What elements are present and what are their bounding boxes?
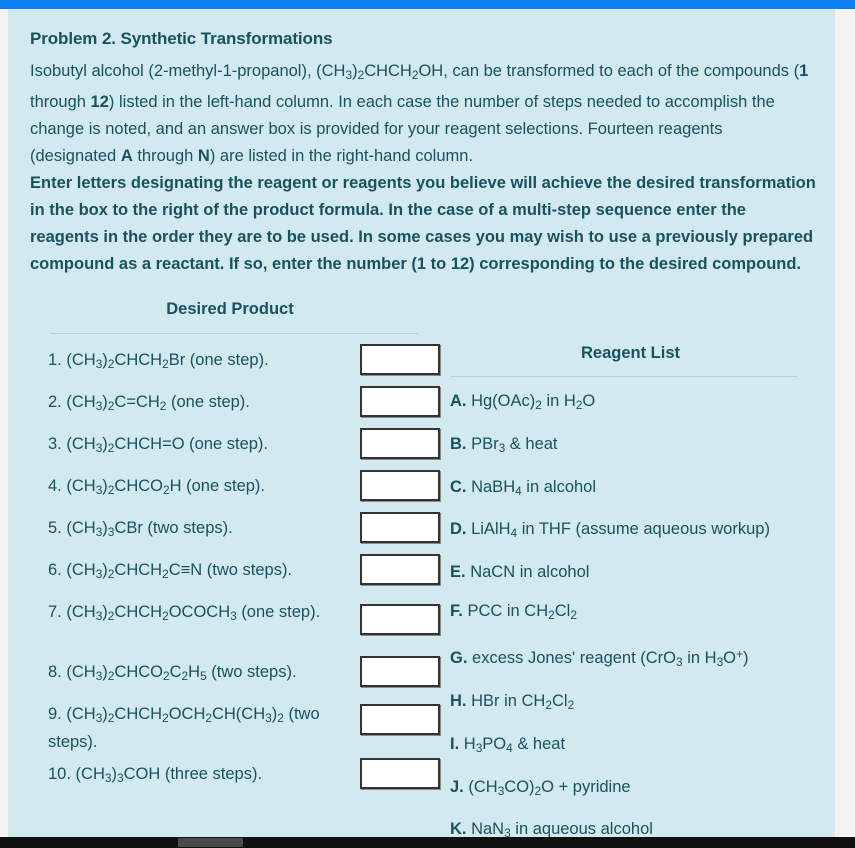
product-list: 1. (CH3)2CHCH2Br (one step). 2. (CH3)2C=… bbox=[30, 334, 440, 818]
reagent-text: NaCN in alcohol bbox=[470, 563, 590, 582]
reagent-text: HBr in CH2Cl2 bbox=[471, 691, 575, 712]
product-formula: (CH3)2CHCH2Br bbox=[66, 350, 186, 371]
reagent-text: H3PO4 & heat bbox=[463, 734, 566, 755]
product-formula: (CH3)2CHCH=O bbox=[66, 434, 185, 455]
answer-box-10[interactable] bbox=[360, 757, 440, 789]
product-formula: (CH3)3COH bbox=[75, 764, 161, 785]
reagent-letter: E. bbox=[450, 563, 466, 582]
list-item: 9. (CH3)2CHCH2OCH2CH(CH3)2 (two steps). bbox=[48, 702, 348, 754]
product-number: 4. bbox=[48, 476, 62, 495]
reagent-letter: A. bbox=[450, 391, 467, 410]
reagent-text: PCC in CH2Cl2 bbox=[467, 602, 577, 623]
reagent-letter: B. bbox=[450, 434, 467, 453]
answer-box-9[interactable] bbox=[360, 703, 440, 735]
list-item: 5. (CH3)3CBr (two steps). bbox=[48, 516, 233, 544]
product-number: 5. bbox=[48, 518, 62, 537]
answer-box-6[interactable] bbox=[360, 553, 440, 585]
reagent-text: NaN3 in aqueous alcohol bbox=[471, 820, 653, 837]
list-item: 6. (CH3)2CHCH2C≡N (two steps). bbox=[48, 558, 292, 586]
product-steps: (one step). bbox=[189, 434, 269, 453]
list-item: G. excess Jones' reagent (CrO3 in H3O+) bbox=[450, 643, 823, 673]
reagent-letter: I. bbox=[450, 734, 460, 753]
list-item: I. H3PO4 & heat bbox=[450, 733, 823, 759]
answer-box-8[interactable] bbox=[360, 655, 440, 687]
product-steps: (two steps). bbox=[211, 662, 297, 681]
reagent-letter: F. bbox=[450, 602, 463, 621]
page-title: Problem 2. Synthetic Transformations bbox=[30, 29, 333, 48]
reagent-text: PBr3 & heat bbox=[471, 434, 558, 455]
reagent-text: excess Jones' reagent (CrO3 in H3O+) bbox=[472, 647, 749, 669]
reagent-text: (CH3CO)2O + pyridine bbox=[468, 777, 631, 798]
desired-product-heading: Desired Product bbox=[166, 299, 294, 318]
problem-intro: Isobutyl alcohol (2-methyl-1-propanol), … bbox=[30, 62, 809, 165]
reagent-letter: C. bbox=[450, 477, 467, 496]
product-formula: (CH3)2CHCH2OCH2CH(CH3)2 bbox=[66, 704, 284, 725]
answer-box-5[interactable] bbox=[360, 511, 440, 543]
list-item: A. Hg(OAc)2 in H2O bbox=[450, 390, 823, 416]
answer-box-7[interactable] bbox=[360, 603, 440, 635]
product-formula: (CH3)2CHCO2H bbox=[66, 476, 182, 497]
problem-instructions: Enter letters designating the reagent or… bbox=[30, 173, 816, 273]
page-gutter-left bbox=[0, 9, 8, 848]
product-steps: (one step). bbox=[171, 392, 250, 411]
list-item: 2. (CH3)2C=CH2 (one step). bbox=[48, 390, 250, 418]
product-number: 1. bbox=[48, 350, 62, 369]
product-number: 2. bbox=[48, 392, 62, 411]
list-item: 3. (CH3)2CHCH=O (one step). bbox=[48, 432, 268, 460]
problem-panel: Problem 2. Synthetic Transformations Iso… bbox=[8, 9, 835, 837]
product-steps: (one step). bbox=[189, 350, 269, 369]
product-number: 3. bbox=[48, 434, 62, 453]
screen: Problem 2. Synthetic Transformations Iso… bbox=[0, 0, 855, 848]
browser-top-bar bbox=[0, 0, 855, 9]
answer-box-4[interactable] bbox=[360, 469, 440, 501]
reagent-letter: G. bbox=[450, 649, 468, 668]
product-number: 10. bbox=[48, 764, 71, 783]
product-number: 8. bbox=[48, 662, 62, 681]
reagent-letter: J. bbox=[450, 777, 464, 796]
horizontal-scrollbar[interactable] bbox=[0, 837, 855, 848]
list-item: H. HBr in CH2Cl2 bbox=[450, 690, 823, 716]
product-number: 9. bbox=[48, 704, 62, 723]
product-formula: (CH3)2C=CH2 bbox=[66, 392, 167, 413]
reagent-letter: K. bbox=[450, 820, 467, 837]
list-item: 7. (CH3)2CHCH2OCOCH3 (one step). bbox=[48, 600, 348, 628]
answer-box-2[interactable] bbox=[360, 385, 440, 417]
answer-box-1[interactable] bbox=[360, 343, 440, 375]
product-steps: (three steps). bbox=[164, 764, 263, 783]
list-item: 8. (CH3)2CHCO2C2H5 (two steps). bbox=[48, 660, 297, 688]
list-item: K. NaN3 in aqueous alcohol bbox=[450, 818, 823, 837]
list-item: E. NaCN in alcohol bbox=[450, 561, 823, 583]
product-number: 7. bbox=[48, 602, 62, 621]
product-number: 6. bbox=[48, 560, 62, 579]
desired-product-column: Desired Product 1. (CH3)2CHCH2Br (one st… bbox=[30, 299, 440, 818]
reagent-letter: H. bbox=[450, 691, 467, 710]
reagent-list: A. Hg(OAc)2 in H2O B. PBr3 & heat C. NaB… bbox=[438, 377, 823, 837]
list-item: C. NaBH4 in alcohol bbox=[450, 476, 823, 502]
product-steps: (two steps). bbox=[147, 518, 233, 537]
list-item: 4. (CH3)2CHCO2H (one step). bbox=[48, 474, 265, 502]
reagent-text: LiAlH4 in THF (assume aqueous workup) bbox=[471, 520, 770, 541]
reagent-letter: D. bbox=[450, 520, 467, 539]
page-gutter-right bbox=[835, 9, 855, 848]
reagent-text: NaBH4 in alcohol bbox=[471, 477, 597, 498]
product-steps: (one step). bbox=[186, 476, 265, 495]
product-steps: (two steps). bbox=[206, 560, 293, 579]
list-item: J. (CH3CO)2O + pyridine bbox=[450, 776, 823, 802]
product-formula: (CH3)2CHCO2C2H5 bbox=[66, 662, 207, 683]
list-item: 1. (CH3)2CHCH2Br (one step). bbox=[48, 348, 269, 376]
reagent-list-heading: Reagent List bbox=[580, 343, 681, 362]
reagent-text: Hg(OAc)2 in H2O bbox=[471, 391, 596, 412]
scrollbar-thumb[interactable] bbox=[178, 838, 243, 847]
list-item: F. PCC in CH2Cl2 bbox=[450, 600, 823, 626]
product-formula: (CH3)2CHCH2OCOCH3 bbox=[66, 602, 237, 623]
reagent-list-column: Reagent List A. Hg(OAc)2 in H2O B. PBr3 … bbox=[438, 344, 823, 837]
product-formula: (CH3)3CBr bbox=[66, 518, 143, 539]
list-item: 10. (CH3)3COH (three steps). bbox=[48, 762, 262, 790]
product-formula: (CH3)2CHCH2C≡N bbox=[66, 560, 203, 581]
list-item: D. LiAlH4 in THF (assume aqueous workup) bbox=[450, 518, 823, 544]
list-item: B. PBr3 & heat bbox=[450, 433, 823, 459]
answer-box-3[interactable] bbox=[360, 427, 440, 459]
product-steps: (one step). bbox=[241, 602, 321, 621]
